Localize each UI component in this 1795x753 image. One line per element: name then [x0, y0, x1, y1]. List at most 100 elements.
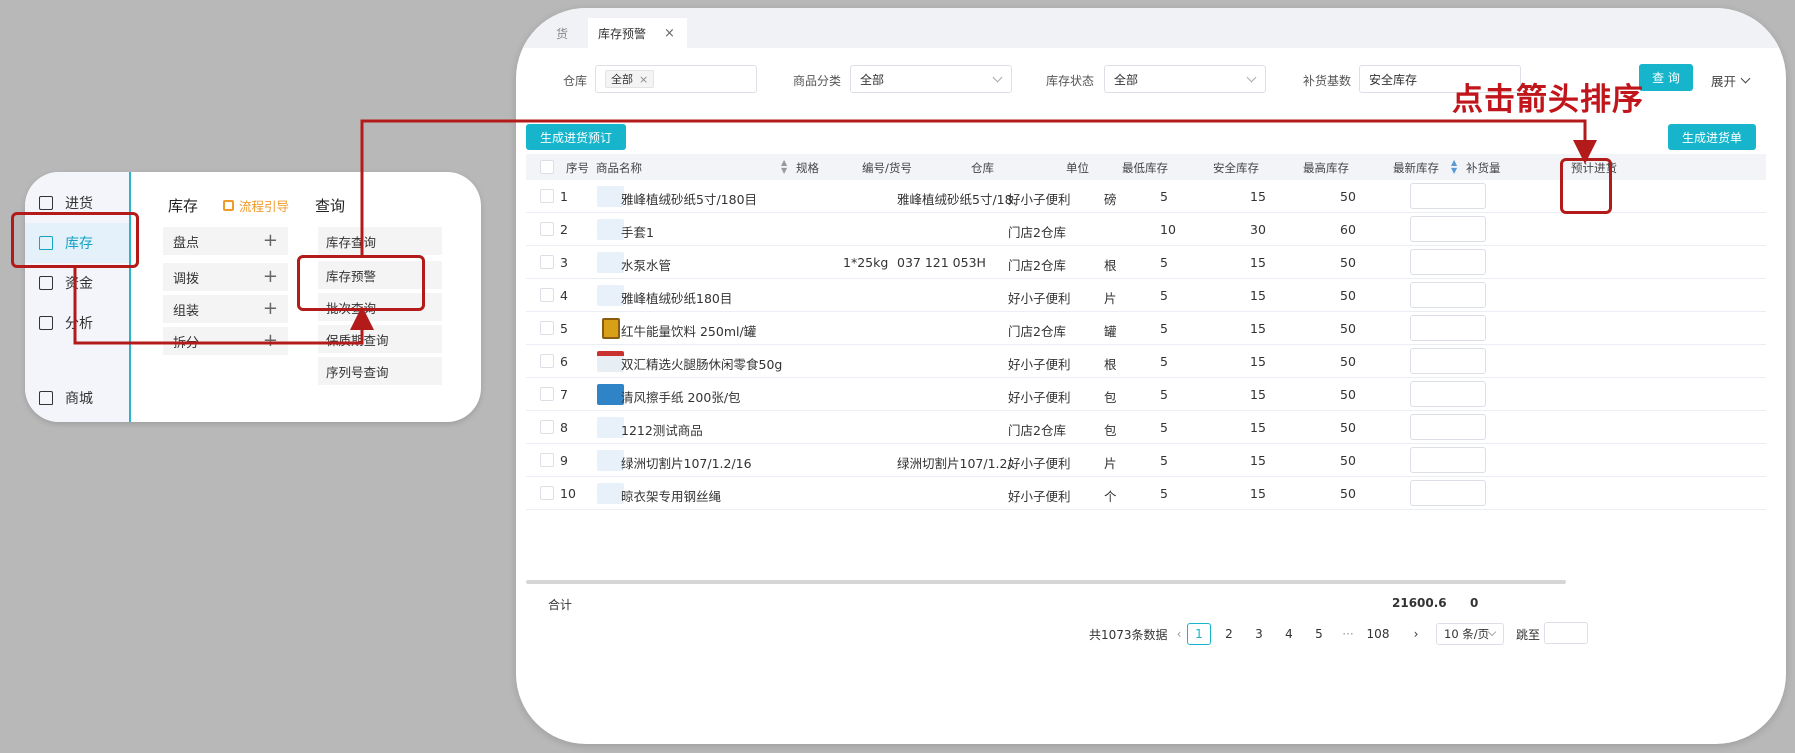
nav-item-funds[interactable]: 资金: [25, 263, 129, 303]
sort-icon[interactable]: ▲ ▼: [781, 159, 787, 175]
row-checkbox[interactable]: [540, 321, 554, 335]
row-checkbox[interactable]: [540, 354, 554, 368]
table-row[interactable]: 6双汇精选火腿肠休闲零食50g好小子便利根51550-113: [526, 345, 1766, 378]
cell-warehouse: 好小子便利: [1008, 357, 1071, 372]
chevron-down-icon: [1246, 72, 1257, 83]
page-number[interactable]: 4: [1277, 623, 1301, 645]
sort-icon[interactable]: ▲ ▼: [1451, 159, 1457, 175]
table-row[interactable]: 2手套1门店2仓库103060-1123: [526, 213, 1766, 246]
tab-purchase[interactable]: 货: [546, 18, 578, 48]
cell-code: 绿洲切割片107/1.2/...: [897, 456, 1017, 471]
menu-item-split[interactable]: 拆分 +: [163, 327, 288, 355]
page-number[interactable]: 1: [1187, 623, 1211, 645]
restock-qty-input[interactable]: [1410, 480, 1486, 506]
table-row[interactable]: 5红牛能量饮料 250ml/罐门店2仓库罐51550-185: [526, 312, 1766, 345]
row-checkbox[interactable]: [540, 222, 554, 236]
horizontal-scrollbar[interactable]: [526, 580, 1566, 584]
nav-item-mall[interactable]: 商城: [25, 378, 129, 418]
cell-warehouse: 门店2仓库: [1008, 324, 1066, 339]
table-row[interactable]: 4雅峰植绒砂纸180目好小子便利片51550-786: [526, 279, 1766, 312]
warehouse-select[interactable]: 全部 ×: [595, 65, 757, 93]
cell-min: 5: [1160, 255, 1168, 270]
cell-safe: 15: [1250, 288, 1266, 303]
gen-purchase-doc-button[interactable]: 生成进货单: [1668, 124, 1756, 150]
flow-guide-link[interactable]: 流程引导: [223, 196, 289, 215]
category-label: 商品分类: [793, 74, 842, 88]
restock-qty-input[interactable]: [1410, 348, 1486, 374]
row-checkbox[interactable]: [540, 288, 554, 302]
plus-icon[interactable]: +: [263, 332, 278, 350]
page-number[interactable]: 108: [1366, 623, 1390, 645]
nav-item-analysis[interactable]: 分析: [25, 303, 129, 343]
menu-item-stock-query[interactable]: 库存查询: [318, 227, 442, 255]
cell-warehouse: 好小子便利: [1008, 456, 1071, 471]
page-size-value: 10 条/页: [1444, 627, 1490, 641]
next-page-icon[interactable]: ›: [1404, 623, 1428, 645]
menu-item-stocktake[interactable]: 盘点 +: [163, 227, 288, 255]
plus-icon[interactable]: +: [263, 232, 278, 250]
page-number[interactable]: 5: [1307, 623, 1331, 645]
table-row[interactable]: 9 绿洲切割片107/1.2/16 绿洲切割片107/1.2/... 好小子便利 片 5 1…: [526, 444, 1766, 477]
cell-safe: 15: [1250, 255, 1266, 270]
expand-toggle[interactable]: 展开: [1711, 71, 1751, 90]
row-checkbox[interactable]: [540, 486, 554, 500]
table-row[interactable]: 81212测试商品门店2仓库包51550-101: [526, 411, 1766, 444]
plus-icon[interactable]: +: [263, 300, 278, 318]
menu-item-transfer[interactable]: 调拨 +: [163, 263, 288, 291]
restock-qty-input[interactable]: [1410, 447, 1486, 473]
plus-icon[interactable]: +: [263, 268, 278, 286]
cell-safe: 30: [1250, 222, 1266, 237]
highlight-inventory-nav: [11, 212, 139, 268]
menu-item-assemble[interactable]: 组装 +: [163, 295, 288, 323]
restock-qty-input[interactable]: [1410, 315, 1486, 341]
restock-qty-input[interactable]: [1410, 183, 1486, 209]
cell-idx: 4: [560, 288, 568, 303]
restock-base-value: 安全库存: [1369, 72, 1418, 87]
summary-row: 合计 21600.6 0: [526, 588, 1766, 620]
cell-unit: 罐: [1104, 324, 1117, 339]
cell-max: 50: [1340, 453, 1356, 468]
page-number[interactable]: 3: [1247, 623, 1271, 645]
menu-item-shelf-life-query[interactable]: 保质期查询: [318, 325, 442, 353]
table-row[interactable]: 7清风擦手纸 200张/包好小子便利包51550-108: [526, 378, 1766, 411]
row-checkbox[interactable]: [540, 387, 554, 401]
restock-qty-input[interactable]: [1410, 216, 1486, 242]
close-icon[interactable]: ×: [664, 26, 675, 41]
row-checkbox[interactable]: [540, 255, 554, 269]
cell-warehouse: 好小子便利: [1008, 390, 1071, 405]
header-code: 编号/货号: [862, 161, 912, 175]
table-row[interactable]: 10晾衣架专用钢丝绳好小子便利个51550-51: [526, 477, 1766, 510]
menu-item-serial-query[interactable]: 序列号查询: [318, 357, 442, 385]
gen-purchase-order-button[interactable]: 生成进货预订: [526, 124, 626, 150]
page-size-select[interactable]: 10 条/页: [1436, 623, 1504, 645]
menu-item-label: 盘点: [173, 235, 200, 251]
wallet-icon: [39, 276, 53, 290]
table-row[interactable]: 3水泵水管1*25kg037 121 053H门店2仓库根51550-1000: [526, 246, 1766, 279]
cell-spec: 1*25kg: [843, 255, 889, 270]
close-icon[interactable]: ×: [639, 73, 648, 86]
restock-qty-input[interactable]: [1410, 414, 1486, 440]
jump-input[interactable]: [1544, 622, 1588, 644]
menu-item-label: 组装: [173, 303, 200, 319]
row-checkbox[interactable]: [540, 420, 554, 434]
query-button[interactable]: 查 询: [1639, 64, 1693, 91]
tab-stock-alert[interactable]: 库存预警 ×: [588, 18, 687, 48]
row-checkbox[interactable]: [540, 189, 554, 203]
product-thumbnail: [597, 483, 624, 504]
category-select[interactable]: 全部: [850, 65, 1012, 93]
cell-name: 雅峰植绒砂纸180目: [621, 291, 733, 306]
stock-status-select[interactable]: 全部: [1104, 65, 1266, 93]
cell-safe: 15: [1250, 420, 1266, 435]
cell-idx: 10: [560, 486, 576, 501]
page-number[interactable]: 2: [1217, 623, 1241, 645]
restock-qty-input[interactable]: [1410, 381, 1486, 407]
restock-qty-input[interactable]: [1410, 282, 1486, 308]
expand-label: 展开: [1711, 74, 1737, 89]
row-checkbox[interactable]: [540, 453, 554, 467]
cell-unit: 根: [1104, 258, 1117, 273]
cell-name: 清风擦手纸 200张/包: [621, 390, 741, 405]
restock-qty-input[interactable]: [1410, 249, 1486, 275]
page-number[interactable]: ···: [1336, 623, 1360, 645]
product-thumbnail: [597, 384, 624, 405]
select-all-checkbox[interactable]: [540, 160, 554, 174]
